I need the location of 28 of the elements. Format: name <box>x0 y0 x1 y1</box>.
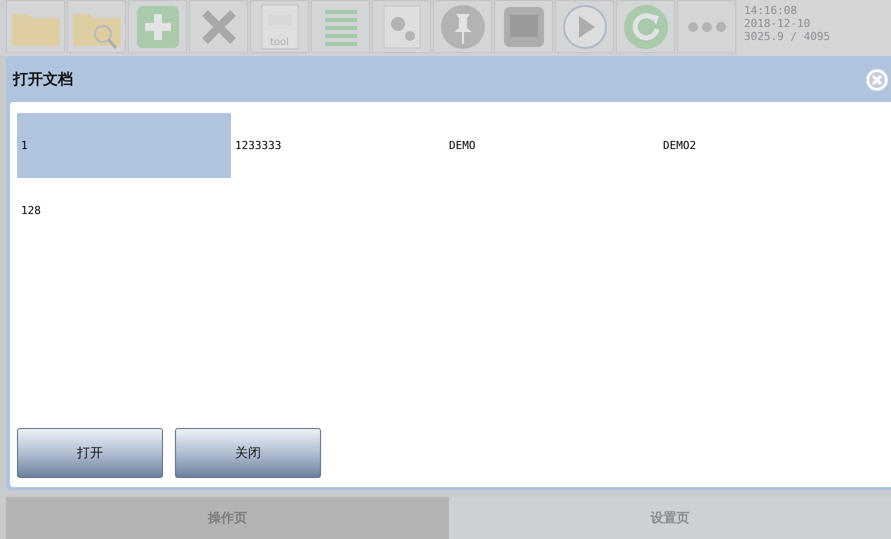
open-button[interactable]: 打开 <box>17 428 163 478</box>
plus-icon <box>134 4 180 50</box>
toolbar-button[interactable] <box>189 0 248 53</box>
close-button[interactable]: 关闭 <box>175 428 321 478</box>
toolbar-button[interactable] <box>128 0 187 53</box>
status-text: 14:16:08 <box>744 4 798 17</box>
file-item[interactable]: DEMO <box>445 113 659 178</box>
close-icon[interactable] <box>865 68 889 92</box>
toolbar-button[interactable] <box>372 0 431 53</box>
pin-icon <box>440 4 486 50</box>
toolbar-button[interactable] <box>67 0 126 53</box>
status-text: 2018-12-10 <box>744 17 812 30</box>
file-item[interactable]: DEMO2 <box>659 113 873 178</box>
file-item[interactable]: 1233333 <box>231 113 445 178</box>
toolbar-button[interactable] <box>6 0 65 53</box>
file-item[interactable]: 1 <box>17 113 231 178</box>
file-item[interactable]: 128 <box>17 178 231 243</box>
toolbar-button[interactable] <box>311 0 370 53</box>
toolbar-button[interactable] <box>494 0 553 53</box>
more-icon <box>686 20 726 32</box>
toolbar-button[interactable] <box>616 0 675 53</box>
toolbar-button[interactable] <box>555 0 614 53</box>
play-icon <box>562 4 608 50</box>
toolbar-button[interactable] <box>433 0 492 53</box>
status-text: 3025.9 / 4095 <box>744 30 832 43</box>
dialog-title: 打开文档 <box>13 70 73 88</box>
toolbar-button[interactable] <box>677 0 736 53</box>
refresh-icon <box>622 4 668 50</box>
